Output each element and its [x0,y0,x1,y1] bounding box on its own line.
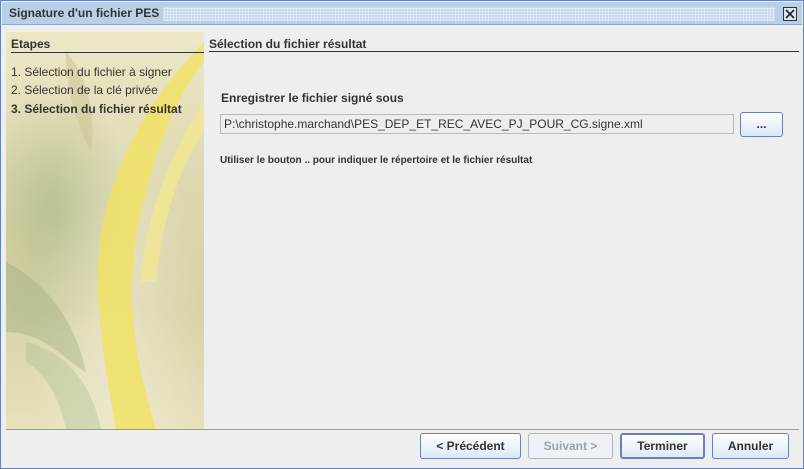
previous-button[interactable]: < Précédent [420,433,521,459]
footer-divider [6,429,799,430]
wizard-window: Signature d'un fichier PES Etapes 1. Sél… [0,0,804,469]
section-title: Sélection du fichier résultat [209,37,367,51]
step-item-3-current: 3. Sélection du fichier résultat [11,102,182,116]
steps-divider [11,52,204,53]
next-button[interactable]: Suivant > [528,433,613,459]
cancel-button[interactable]: Annuler [712,433,789,459]
steps-header: Etapes [11,37,51,51]
finish-button[interactable]: Terminer [620,433,705,459]
close-button[interactable] [783,7,797,21]
step-item-1: 1. Sélection du fichier à signer [11,65,172,79]
window-title: Signature d'un fichier PES [9,6,160,20]
close-icon [785,9,795,19]
title-bar[interactable]: Signature d'un fichier PES [2,2,802,25]
output-file-path-field[interactable]: P:\christophe.marchand\PES_DEP_ET_REC_AV… [220,114,734,134]
section-divider [209,51,799,52]
step-item-2: 2. Sélection de la clé privée [11,83,158,97]
output-file-label: Enregistrer le fichier signé sous [221,91,404,105]
hint-text: Utiliser le bouton .. pour indiquer le r… [220,155,533,166]
browse-button[interactable]: ... [740,112,783,137]
steps-panel: Etapes 1. Sélection du fichier à signer … [6,32,204,429]
title-bar-grip [163,7,775,21]
